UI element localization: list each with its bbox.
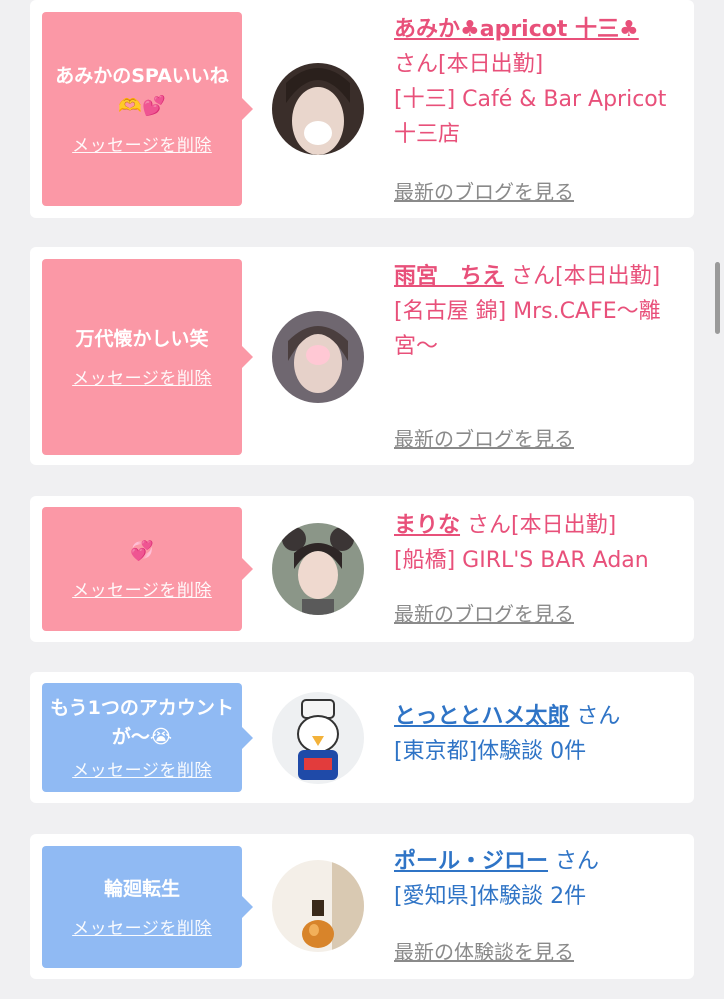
experience-count: [東京都]体験談 0件 xyxy=(394,739,587,764)
cast-info: まりな さん[本日出勤] [船橋] GIRL'S BAR Adan xyxy=(394,508,694,578)
message-bubble: もう1つのアカウントが〜😭 メッセージを削除 xyxy=(42,683,253,792)
message-card: 輪廻転生 メッセージを削除 ポール・ジロー さん [愛知県]体験談 2件 最新の… xyxy=(30,834,694,979)
cast-name-link[interactable]: とっととハメ太郎 xyxy=(394,704,569,729)
avatar[interactable] xyxy=(272,860,364,952)
avatar-photo xyxy=(272,311,364,403)
delete-message-link[interactable]: メッセージを削除 xyxy=(72,131,212,156)
delete-message-link[interactable]: メッセージを削除 xyxy=(72,914,212,939)
avatar[interactable] xyxy=(272,523,364,615)
message-card: あみかのSPAいいね🫶💕 メッセージを削除 あみか♣apricot 十三♣ さん… xyxy=(30,0,694,218)
message-card: 💞 メッセージを削除 まりな さん[本日出勤] [船橋] GIRL'S BAR … xyxy=(30,496,694,642)
avatar-photo xyxy=(272,692,364,784)
latest-blog-link[interactable]: 最新のブログを見る xyxy=(394,423,574,452)
scrollbar[interactable] xyxy=(715,262,720,334)
message-text: 万代懐かしい笑 xyxy=(75,327,209,350)
cast-info: 雨宮 ちえ さん[本日出勤] [名古屋 錦] Mrs.CAFE〜離宮〜 xyxy=(394,259,689,364)
avatar[interactable] xyxy=(272,311,364,403)
message-list: あみかのSPAいいね🫶💕 メッセージを削除 あみか♣apricot 十三♣ さん… xyxy=(0,0,724,999)
cast-name-link[interactable]: ポール・ジロー xyxy=(394,849,548,874)
latest-blog-link[interactable]: 最新のブログを見る xyxy=(394,598,574,627)
shop-name: [十三] Café & Bar Apricot 十三店 xyxy=(394,87,667,147)
shop-name: [名古屋 錦] Mrs.CAFE〜離宮〜 xyxy=(394,299,661,359)
cast-info: あみか♣apricot 十三♣ さん[本日出勤] [十三] Café & Bar… xyxy=(394,12,689,152)
cast-info: ポール・ジロー さん [愛知県]体験談 2件 xyxy=(394,844,689,914)
avatar-photo xyxy=(272,860,364,952)
message-text: 💞 xyxy=(130,539,154,562)
message-text: もう1つのアカウントが〜😭 xyxy=(50,696,234,748)
message-text: あみかのSPAいいね🫶💕 xyxy=(55,65,229,117)
message-card: もう1つのアカウントが〜😭 メッセージを削除 とっととハメ太郎 さん [東京都]… xyxy=(30,672,694,803)
message-bubble: 万代懐かしい笑 メッセージを削除 xyxy=(42,259,253,455)
message-text: 輪廻転生 xyxy=(103,877,180,900)
cast-status: さん[本日出勤] xyxy=(511,264,661,289)
cast-status: さん xyxy=(576,704,621,729)
cast-name-link[interactable]: 雨宮 ちえ xyxy=(394,264,504,289)
avatar[interactable] xyxy=(272,692,364,784)
shop-name: [船橋] GIRL'S BAR Adan xyxy=(394,548,649,573)
latest-experience-link[interactable]: 最新の体験談を見る xyxy=(394,936,574,965)
message-bubble: 💞 メッセージを削除 xyxy=(42,507,253,631)
delete-message-link[interactable]: メッセージを削除 xyxy=(72,756,212,781)
delete-message-link[interactable]: メッセージを削除 xyxy=(72,364,212,389)
message-card: 万代懐かしい笑 メッセージを削除 雨宮 ちえ さん[本日出勤] [名古屋 錦] … xyxy=(30,247,694,465)
latest-blog-link[interactable]: 最新のブログを見る xyxy=(394,176,574,205)
message-bubble: 輪廻転生 メッセージを削除 xyxy=(42,846,253,968)
experience-count: [愛知県]体験談 2件 xyxy=(394,884,587,909)
avatar-photo xyxy=(272,523,364,615)
delete-message-link[interactable]: メッセージを削除 xyxy=(72,576,212,601)
avatar[interactable] xyxy=(272,63,364,155)
message-bubble: あみかのSPAいいね🫶💕 メッセージを削除 xyxy=(42,12,253,206)
cast-info: とっととハメ太郎 さん [東京都]体験談 0件 xyxy=(394,699,689,769)
cast-name-link[interactable]: あみか♣apricot 十三♣ xyxy=(394,17,639,42)
cast-status: さん xyxy=(555,849,600,874)
cast-name-link[interactable]: まりな xyxy=(394,513,460,538)
cast-status: さん[本日出勤] xyxy=(394,52,544,77)
cast-status: さん[本日出勤] xyxy=(467,513,617,538)
avatar-photo xyxy=(272,63,364,155)
